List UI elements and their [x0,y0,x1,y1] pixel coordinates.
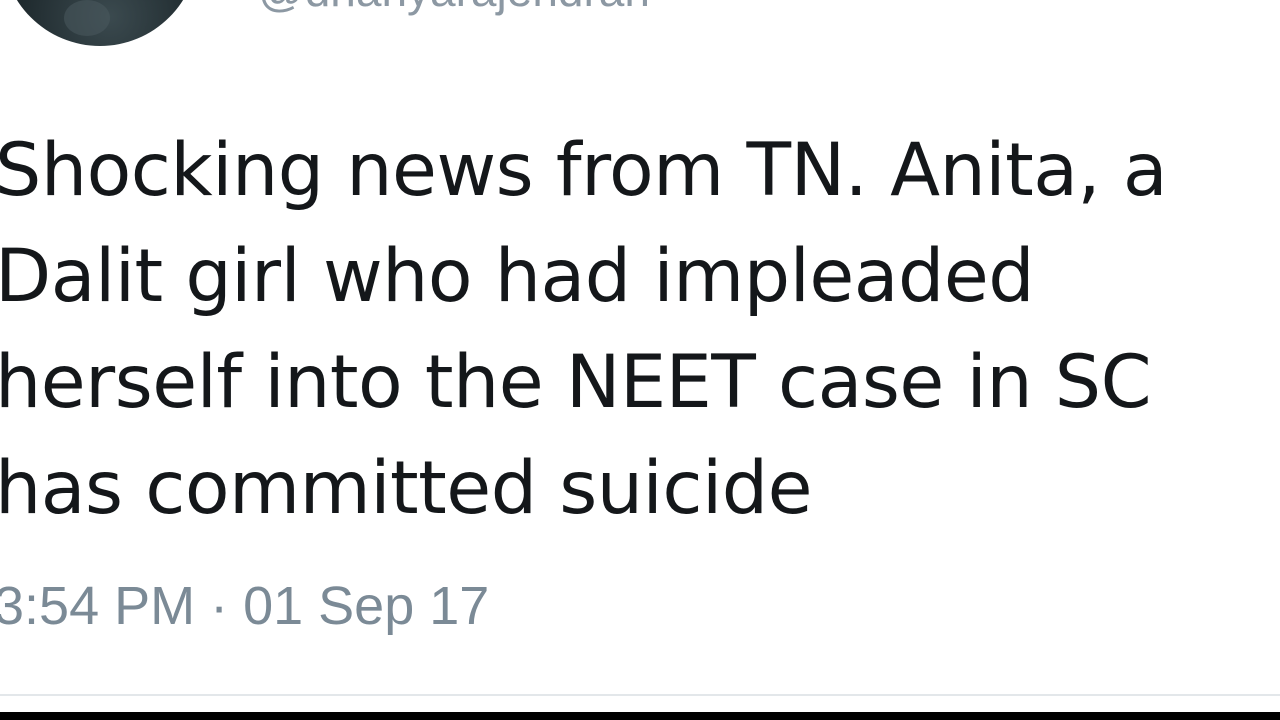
user-handle[interactable]: @dhanyarajendran [258,0,650,13]
tweet-text-line: has committed suicide [0,446,813,531]
tweet-text-line: Dalit girl who had impleaded [0,234,1035,319]
bottom-edge [0,712,1280,720]
tweet-text-line: herself into the NEET case in SC [0,340,1152,425]
tweet-text-line: Shocking news from TN. Anita, a [0,128,1168,213]
tweet-timestamp[interactable]: 3:54 PM · 01 Sep 17 [0,574,489,638]
tweet-screenshot: @dhanyarajendran Shocking news from TN. … [0,0,1280,720]
profile-avatar[interactable] [2,0,198,46]
tweet-text: Shocking news from TN. Anita, a Dalit gi… [0,118,1168,542]
divider [0,694,1280,696]
avatar-detail [64,0,110,36]
